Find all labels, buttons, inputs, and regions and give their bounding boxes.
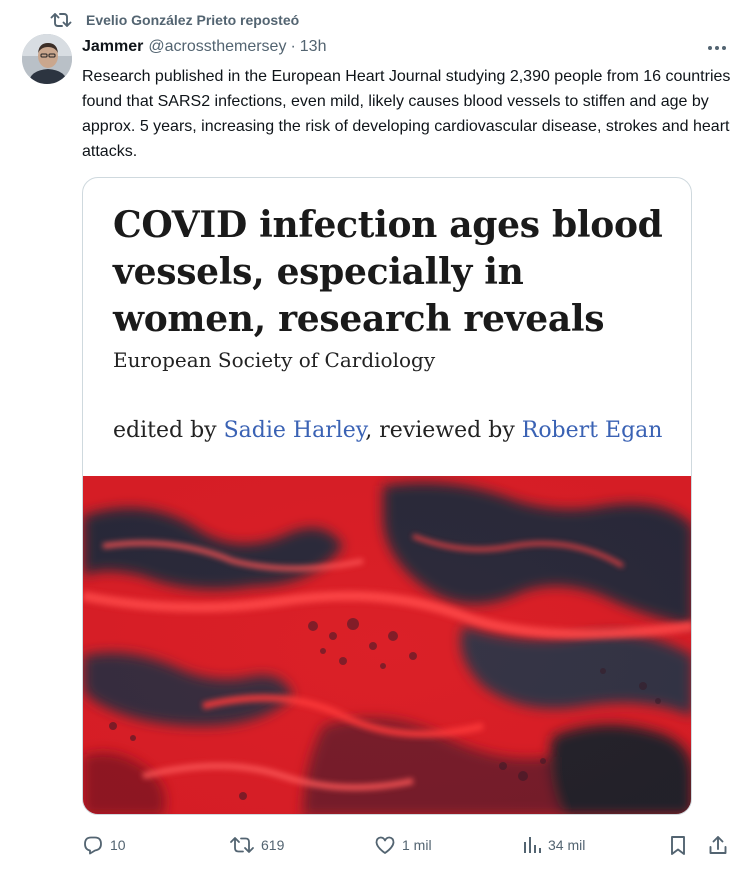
like-button[interactable]: 1 mil [374,830,432,860]
separator-dot: · [290,38,296,55]
bookmark-button[interactable] [668,830,688,860]
post-timestamp[interactable]: 13h [300,38,327,56]
abstract-red-fluid-image [83,476,691,814]
more-options-button[interactable] [700,36,734,58]
reviewer-name: Robert Egan [521,418,663,443]
tweet-post[interactable]: Evelio González Prieto reposteó Jammer @… [0,0,752,870]
author-name[interactable]: Jammer [82,38,143,56]
edited-by-label: edited by [113,418,224,443]
repost-button[interactable]: 619 [229,830,284,860]
card-credits: edited by Sadie Harley, reviewed by Robe… [113,418,662,443]
more-icon [707,38,727,56]
heart-icon [374,834,396,856]
share-icon [707,834,729,856]
reply-button[interactable]: 10 [82,830,126,860]
card-image [83,476,691,814]
bookmark-icon [668,834,688,856]
editor-name: Sadie Harley [223,418,366,443]
avatar[interactable] [22,34,72,84]
action-bar: 10 619 1 mil 34 mil [82,830,732,860]
reply-count: 10 [110,837,126,853]
author-handle[interactable]: @acrossthemersey [148,38,286,56]
card-source: European Society of Cardiology [113,348,436,372]
card-headline: COVID infection ages blood vessels, espe… [113,204,663,340]
like-count: 1 mil [402,837,432,853]
repost-count: 619 [261,837,285,853]
reviewed-by-label: , reviewed by [365,418,522,443]
repost-icon [229,834,255,856]
link-card[interactable]: COVID infection ages blood vessels, espe… [82,177,692,815]
views-count: 34 mil [548,837,586,853]
share-button[interactable] [707,830,729,860]
views-chart-icon [522,834,542,856]
repost-icon [50,10,72,30]
views-button[interactable]: 34 mil [522,830,585,860]
reply-icon [82,834,104,856]
repost-context: Evelio González Prieto reposteó [0,6,752,34]
tweet-text: Research published in the European Heart… [82,68,731,160]
post-header: Jammer @acrossthemersey · 13h [82,36,326,58]
reposter-label[interactable]: Evelio González Prieto reposteó [86,12,299,28]
